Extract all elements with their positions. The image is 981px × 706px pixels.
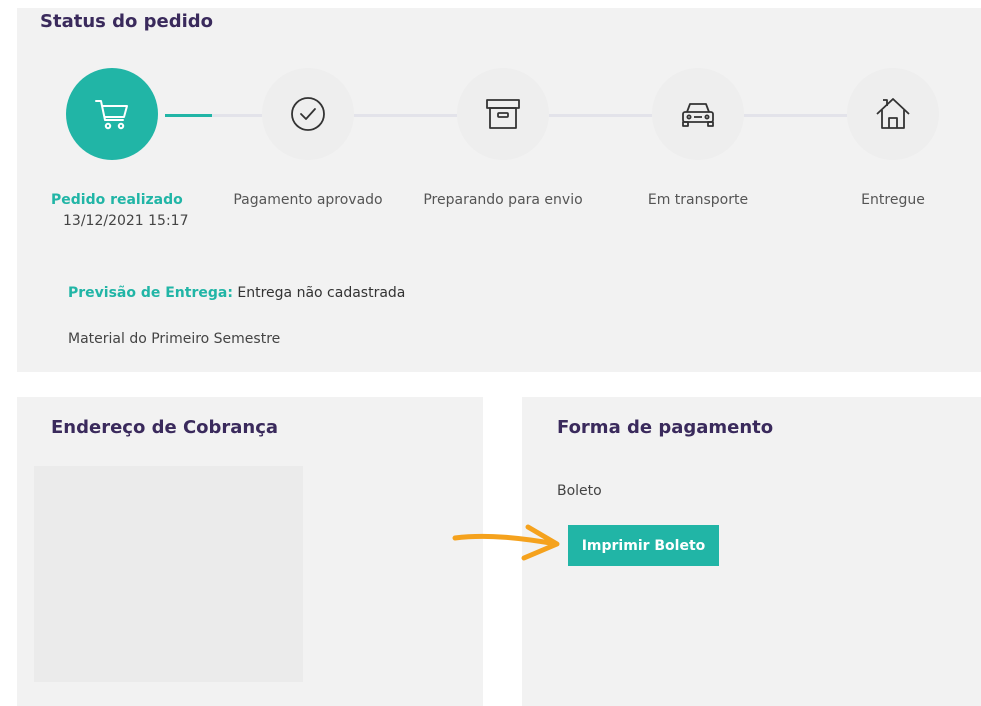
delivery-forecast-value: Entrega não cadastrada <box>232 285 406 301</box>
check-circle-icon <box>291 97 325 131</box>
progress-connector <box>212 114 262 117</box>
step-label-entregue: Entregue <box>861 192 925 208</box>
step-em-transporte <box>652 68 744 160</box>
step-label-em-transporte: Em transporte <box>647 192 749 208</box>
order-status-title: Status do pedido <box>40 11 214 32</box>
delivery-forecast: Previsão de Entrega: Entrega não cadastr… <box>68 285 405 301</box>
progress-connector <box>744 114 847 117</box>
payment-method-value: Boleto <box>557 483 602 499</box>
payment-method-title: Forma de pagamento <box>557 417 774 438</box>
step-entregue <box>847 68 939 160</box>
step-label-pagamento-aprovado: Pagamento aprovado <box>233 192 383 208</box>
order-description: Material do Primeiro Semestre <box>68 331 281 347</box>
step-preparando-envio <box>457 68 549 160</box>
step-date-pedido-realizado: 13/12/2021 15:17 <box>63 213 189 229</box>
step-label-pedido-realizado: Pedido realizado <box>51 192 183 208</box>
progress-connector <box>549 114 652 117</box>
delivery-forecast-label: Previsão de Entrega: <box>68 285 233 301</box>
hand-drawn-arrow-icon <box>452 524 560 561</box>
car-icon <box>682 103 714 127</box>
payment-method-card: Forma de pagamento Boleto Imprimir Bolet… <box>522 397 981 706</box>
order-status-card: Status do pedido Pedido realizado 13/12/… <box>17 8 981 372</box>
step-label-preparando-envio: Preparando para envio <box>423 192 583 208</box>
box-icon <box>486 99 520 129</box>
house-icon <box>876 98 910 129</box>
billing-address-card: Endereço de Cobrança <box>17 397 483 706</box>
progress-connector <box>354 114 457 117</box>
billing-address-title: Endereço de Cobrança <box>51 417 279 438</box>
billing-address-block <box>34 466 303 682</box>
cart-icon <box>95 100 128 130</box>
step-pagamento-aprovado <box>262 68 354 160</box>
step-pedido-realizado <box>66 68 158 160</box>
print-boleto-button[interactable]: Imprimir Boleto <box>568 525 719 566</box>
progress-connector-active <box>165 114 212 117</box>
